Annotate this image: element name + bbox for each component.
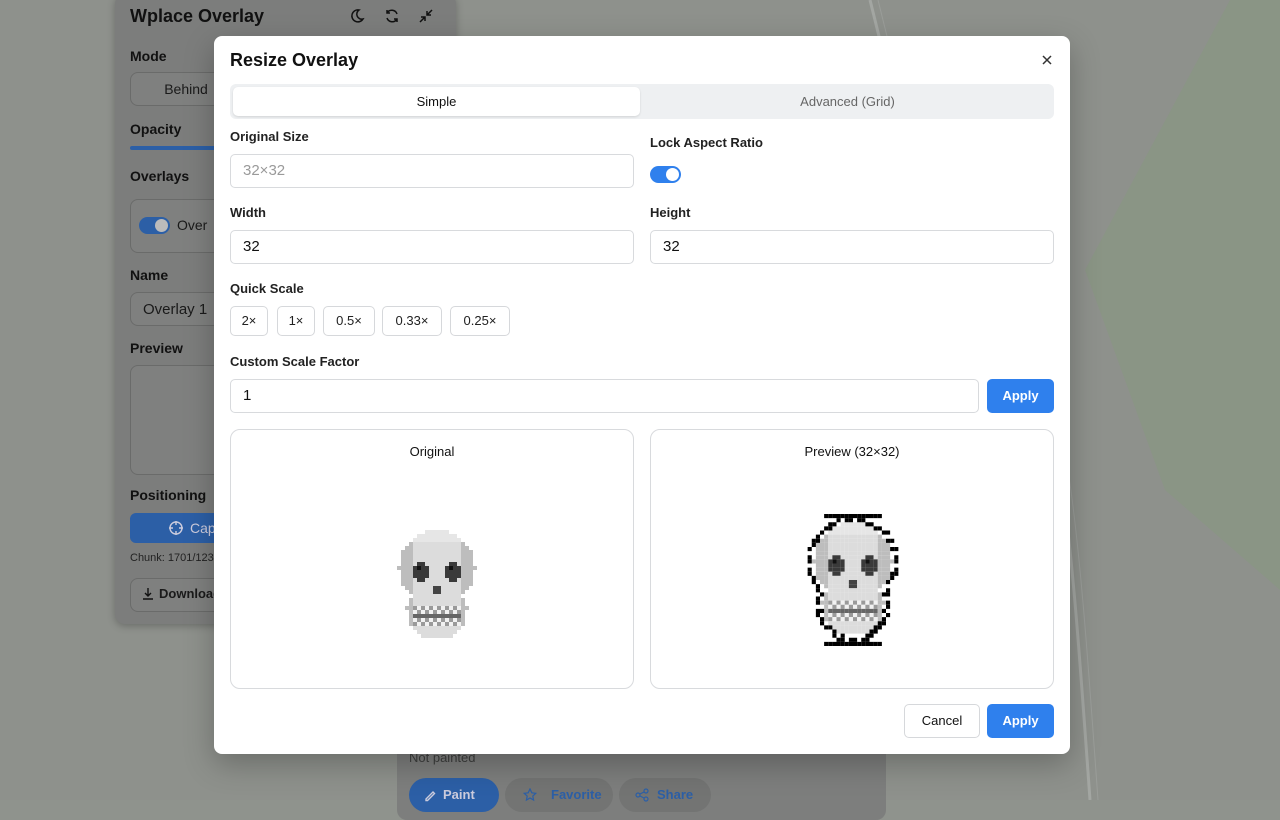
lock-aspect-label: Lock Aspect Ratio bbox=[650, 135, 763, 150]
width-label: Width bbox=[230, 205, 266, 220]
close-icon[interactable] bbox=[1038, 51, 1056, 69]
preview-size-label: Preview (32×32) bbox=[804, 444, 900, 459]
original-label: Original bbox=[409, 444, 455, 459]
quick-scale-0-5x-button[interactable]: 0.5× bbox=[323, 306, 375, 336]
apply-button[interactable]: Apply bbox=[987, 704, 1054, 738]
custom-scale-input[interactable]: 1 bbox=[230, 379, 979, 413]
height-label: Height bbox=[650, 205, 691, 220]
resize-mode-tabs: Simple Advanced (Grid) bbox=[230, 84, 1054, 119]
tab-advanced-grid[interactable]: Advanced (Grid) bbox=[644, 87, 1051, 116]
lock-aspect-toggle[interactable] bbox=[650, 166, 681, 183]
apply-scale-button[interactable]: Apply bbox=[987, 379, 1054, 413]
preview-skull-image bbox=[807, 514, 899, 646]
quick-scale-0-33x-button[interactable]: 0.33× bbox=[382, 306, 442, 336]
tab-simple[interactable]: Simple bbox=[233, 87, 640, 116]
custom-scale-label: Custom Scale Factor bbox=[230, 354, 360, 369]
original-size-label: Original Size bbox=[230, 129, 309, 144]
quick-scale-0-25x-button[interactable]: 0.25× bbox=[450, 306, 510, 336]
resized-preview-panel: Preview (32×32) bbox=[650, 429, 1054, 689]
height-input[interactable]: 32 bbox=[650, 230, 1054, 264]
quick-scale-1x-button[interactable]: 1× bbox=[277, 306, 315, 336]
resize-overlay-dialog: Resize Overlay Simple Advanced (Grid) Or… bbox=[214, 36, 1070, 754]
original-size-field: 32×32 bbox=[230, 154, 634, 188]
dialog-title: Resize Overlay bbox=[230, 50, 359, 70]
original-skull-image bbox=[397, 530, 477, 638]
original-preview-panel: Original bbox=[230, 429, 634, 689]
cancel-button[interactable]: Cancel bbox=[904, 704, 980, 738]
quick-scale-label: Quick Scale bbox=[230, 281, 304, 296]
quick-scale-2x-button[interactable]: 2× bbox=[230, 306, 268, 336]
width-input[interactable]: 32 bbox=[230, 230, 634, 264]
